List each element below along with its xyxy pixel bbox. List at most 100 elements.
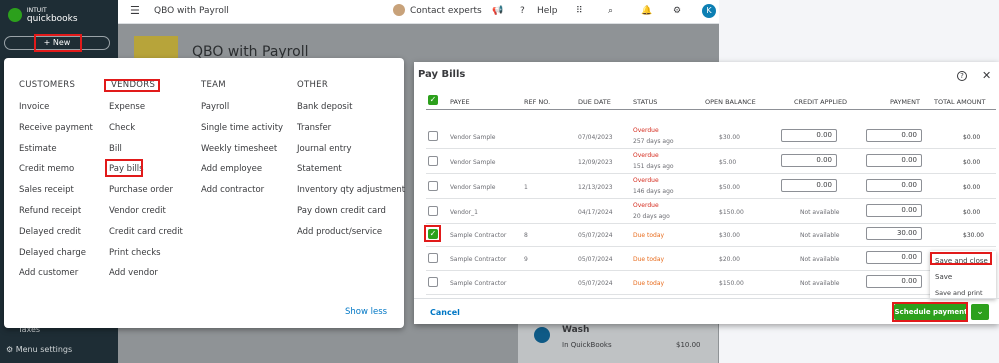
menu-item-transfer[interactable]: Transfer	[297, 123, 331, 133]
due-date-cell: 12/09/2023	[578, 159, 613, 166]
row-checkbox[interactable]	[428, 206, 438, 216]
due-date-cell: 05/07/2024	[578, 256, 613, 263]
menu-item-print-checks[interactable]: Print checks	[109, 248, 161, 258]
quickbooks-logo[interactable]: INTUIT quickbooks	[8, 6, 78, 24]
payment-input[interactable]: 0.00	[866, 154, 922, 167]
bill-row[interactable]: Vendor Sample 07/04/2023 Overdue 257 days a…	[426, 124, 996, 149]
schedule-payment-button[interactable]: Schedule payment	[894, 304, 968, 320]
save-and-close-option[interactable]: Save and close	[935, 257, 988, 265]
menu-item-invoice[interactable]: Invoice	[19, 102, 49, 112]
row-checkbox[interactable]	[428, 277, 438, 287]
menu-item-add-employee[interactable]: Add employee	[201, 164, 262, 174]
apps-grid-icon[interactable]: ⠿	[576, 6, 583, 16]
menu-item-delayed-charge[interactable]: Delayed charge	[19, 248, 86, 258]
help-icon[interactable]: ?	[957, 71, 967, 81]
help-icon[interactable]: ?	[520, 6, 525, 16]
menu-item-pay-bills[interactable]: Pay bills	[109, 164, 144, 174]
due-date-cell: 07/04/2023	[578, 134, 613, 141]
user-avatar[interactable]: K	[702, 4, 716, 18]
menu-item-delayed-credit[interactable]: Delayed credit	[19, 227, 81, 237]
payment-input[interactable]: 0.00	[866, 204, 922, 217]
bill-row[interactable]: ✓ Sample Contractor 8 05/07/2024 Due today $3…	[426, 222, 996, 247]
menu-item-purchase-order[interactable]: Purchase order	[109, 185, 173, 195]
payee-cell: Sample Contractor	[450, 256, 507, 263]
header-total-amount[interactable]: TOTAL AMOUNT	[934, 98, 985, 106]
payment-input[interactable]: 0.00	[866, 275, 922, 288]
open-balance-cell: $150.00	[719, 280, 744, 287]
menu-item-credit-card-credit[interactable]: Credit card credit	[109, 227, 183, 237]
bill-row[interactable]: Sample Contractor 9 05/07/2024 Due today $20…	[426, 246, 996, 271]
save-and-print-option[interactable]: Save and print	[935, 289, 983, 297]
show-less-link[interactable]: Show less	[345, 307, 387, 317]
payment-input[interactable]: 30.00	[866, 227, 922, 240]
help-label[interactable]: Help	[537, 6, 558, 16]
bill-row[interactable]: Vendor_1 04/17/2024 Overdue 20 days ago $150…	[426, 199, 996, 224]
header-credit-applied[interactable]: CREDIT APPLIED	[794, 98, 847, 106]
hamburger-menu-icon[interactable]: ☰	[130, 4, 140, 17]
save-option[interactable]: Save	[935, 273, 952, 281]
row-checkbox[interactable]	[428, 131, 438, 141]
bank-icon	[534, 327, 550, 343]
chevron-down-icon[interactable]: ⌄	[971, 304, 989, 320]
header-due-date[interactable]: DUE DATE	[578, 98, 611, 106]
menu-item-add-vendor[interactable]: Add vendor	[109, 268, 158, 278]
menu-settings-link[interactable]: ⚙ Menu settings	[6, 345, 72, 354]
menu-item-add-product-service[interactable]: Add product/service	[297, 227, 382, 237]
header-status[interactable]: STATUS	[633, 98, 657, 106]
menu-item-weekly-timesheet[interactable]: Weekly timesheet	[201, 144, 277, 154]
payment-input[interactable]: 0.00	[866, 251, 922, 264]
header-payee[interactable]: PAYEE	[450, 98, 470, 106]
header-ref[interactable]: REF NO.	[524, 98, 550, 106]
bell-icon[interactable]: 🔔	[641, 6, 652, 16]
cancel-button[interactable]: Cancel	[430, 308, 460, 317]
status-cell: Overdue	[633, 177, 659, 184]
payment-input[interactable]: 0.00	[866, 179, 922, 192]
row-checkbox[interactable]	[428, 181, 438, 191]
dialog-title: Pay Bills	[418, 69, 466, 80]
bill-row[interactable]: Sample Contractor 05/07/2024 Due today $150…	[426, 270, 996, 295]
new-button[interactable]: + New	[4, 36, 110, 50]
total-amount-cell: $0.00	[963, 159, 981, 166]
row-checkbox[interactable]	[428, 253, 438, 263]
close-icon[interactable]: ✕	[982, 69, 991, 82]
menu-item-add-contractor[interactable]: Add contractor	[201, 185, 264, 195]
payee-cell: Sample Contractor	[450, 280, 507, 287]
header-open-balance[interactable]: OPEN BALANCE	[705, 98, 756, 106]
menu-item-pay-down-credit-card[interactable]: Pay down credit card	[297, 206, 386, 216]
payment-input[interactable]: 0.00	[866, 129, 922, 142]
bill-row[interactable]: Vendor Sample 12/09/2023 Overdue 151 days a…	[426, 149, 996, 174]
menu-item-inventory-qty-adjustment[interactable]: Inventory qty adjustment	[297, 185, 405, 195]
menu-item-refund-receipt[interactable]: Refund receipt	[19, 206, 81, 216]
credit-applied-cell: Not available	[800, 232, 840, 239]
menu-item-add-customer[interactable]: Add customer	[19, 268, 78, 278]
open-balance-cell: $20.00	[719, 256, 740, 263]
bill-row[interactable]: Vendor Sample 1 12/13/2023 Overdue 146 days …	[426, 174, 996, 199]
menu-item-statement[interactable]: Statement	[297, 164, 342, 174]
row-checkbox[interactable]	[428, 156, 438, 166]
menu-item-check[interactable]: Check	[109, 123, 135, 133]
menu-item-estimate[interactable]: Estimate	[19, 144, 57, 154]
menu-item-bank-deposit[interactable]: Bank deposit	[297, 102, 352, 112]
menu-item-sales-receipt[interactable]: Sales receipt	[19, 185, 74, 195]
menu-item-credit-memo[interactable]: Credit memo	[19, 164, 74, 174]
select-all-checkbox[interactable]: ✓	[428, 95, 438, 105]
gear-icon[interactable]: ⚙	[673, 6, 681, 16]
search-icon[interactable]: ⌕	[608, 6, 613, 16]
credit-applied-input[interactable]: 0.00	[781, 179, 837, 192]
wash-tile[interactable]: Wash In QuickBooks $10.00	[518, 319, 718, 363]
row-checkbox[interactable]: ✓	[428, 229, 438, 239]
credit-applied-input[interactable]: 0.00	[781, 154, 837, 167]
menu-item-journal-entry[interactable]: Journal entry	[297, 144, 352, 154]
menu-item-bill[interactable]: Bill	[109, 144, 122, 154]
menu-item-expense[interactable]: Expense	[109, 102, 145, 112]
header-payment[interactable]: PAYMENT	[890, 98, 920, 106]
menu-item-receive-payment[interactable]: Receive payment	[19, 123, 93, 133]
menu-item-vendor-credit[interactable]: Vendor credit	[109, 206, 166, 216]
megaphone-icon[interactable]: 📢	[492, 6, 503, 16]
credit-applied-input[interactable]: 0.00	[781, 129, 837, 142]
vendors-heading: VENDORS	[111, 80, 156, 90]
menu-item-payroll[interactable]: Payroll	[201, 102, 229, 112]
contact-experts-link[interactable]: Contact experts	[410, 6, 482, 16]
total-amount-cell: $0.00	[963, 184, 981, 191]
menu-item-single-time-activity[interactable]: Single time activity	[201, 123, 283, 133]
